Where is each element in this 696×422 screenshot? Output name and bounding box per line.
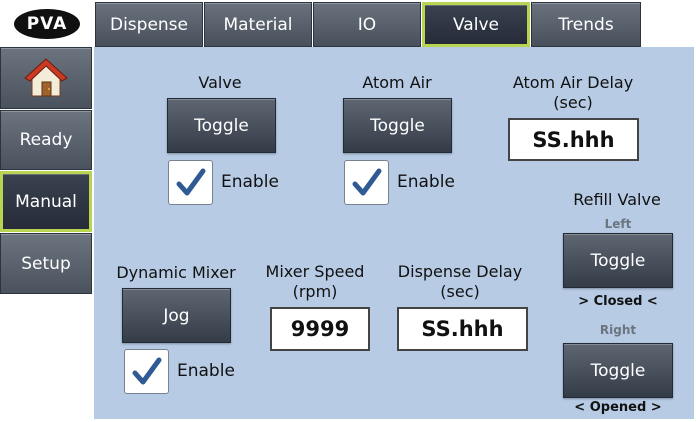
sidebar-item-label: Setup — [21, 253, 71, 274]
mixer-enable-label: Enable — [177, 361, 235, 381]
atom-air-title: Atom Air — [362, 73, 432, 92]
checkmark-icon — [132, 357, 161, 384]
sidebar-item-setup[interactable]: Setup — [0, 233, 92, 294]
mixer-enable-checkbox[interactable] — [124, 349, 169, 394]
button-label: Toggle — [590, 360, 646, 381]
atom-air-delay-title-line2: (sec) — [553, 93, 593, 112]
tab-label: Valve — [453, 14, 499, 35]
atom-air-delay-value: SS.hhh — [532, 127, 615, 152]
refill-valve-title: Refill Valve — [573, 190, 661, 209]
mixer-speed-value: 9999 — [290, 317, 350, 341]
logo-text: PVA — [26, 14, 68, 34]
refill-left-toggle-button[interactable]: Toggle — [563, 233, 673, 288]
refill-left-state: > Closed < — [578, 294, 658, 309]
mixer-speed-title-line1: Mixer Speed — [265, 262, 365, 281]
valve-enable-label: Enable — [221, 172, 279, 192]
refill-right-label: Right — [599, 323, 637, 337]
tab-material[interactable]: Material — [204, 2, 312, 47]
tab-valve[interactable]: Valve — [422, 2, 530, 47]
sidebar-item-home[interactable] — [0, 47, 92, 109]
button-label: Jog — [163, 305, 190, 326]
button-label: Toggle — [590, 250, 646, 271]
tab-label: Dispense — [109, 14, 188, 35]
mixer-speed-input[interactable]: 9999 — [270, 307, 370, 351]
refill-right-toggle-button[interactable]: Toggle — [563, 343, 673, 398]
tab-label: Material — [223, 14, 293, 35]
atom-air-toggle-button[interactable]: Toggle — [343, 98, 452, 153]
tab-label: Trends — [558, 14, 614, 35]
atom-air-enable-label: Enable — [397, 172, 455, 192]
tab-io[interactable]: IO — [313, 2, 421, 47]
home-icon — [24, 58, 68, 97]
sidebar-item-label: Ready — [19, 130, 73, 150]
checkmark-icon — [176, 168, 205, 195]
atom-air-delay-input[interactable]: SS.hhh — [508, 118, 639, 161]
atom-air-delay-title-line1: Atom Air Delay — [512, 73, 634, 92]
dispense-delay-input[interactable]: SS.hhh — [397, 307, 528, 351]
tab-label: IO — [357, 14, 377, 35]
mixer-speed-title-line2: (rpm) — [292, 282, 338, 301]
dispense-delay-value: SS.hhh — [421, 317, 504, 341]
dispense-delay-title-line2: (sec) — [440, 282, 480, 301]
tab-trends[interactable]: Trends — [531, 2, 641, 47]
valve-enable-checkbox[interactable] — [168, 160, 213, 205]
checkmark-icon — [352, 168, 381, 195]
sidebar-item-ready[interactable]: Ready — [0, 110, 92, 170]
refill-left-label: Left — [604, 217, 632, 231]
mixer-jog-button[interactable]: Jog — [122, 288, 231, 343]
atom-air-delay-title: Atom Air Delay (sec) — [493, 73, 653, 113]
button-label: Toggle — [370, 115, 425, 136]
tab-dispense[interactable]: Dispense — [95, 2, 203, 47]
mixer-speed-title: Mixer Speed (rpm) — [252, 262, 378, 302]
valve-title: Valve — [198, 73, 242, 92]
dispense-delay-title: Dispense Delay (sec) — [384, 262, 536, 302]
refill-right-state: < Opened > — [574, 400, 662, 415]
dispense-delay-title-line1: Dispense Delay — [397, 262, 523, 281]
valve-toggle-button[interactable]: Toggle — [167, 98, 276, 153]
sidebar-item-label: Manual — [15, 191, 77, 212]
sidebar-item-manual[interactable]: Manual — [0, 171, 92, 232]
dynamic-mixer-title: Dynamic Mixer — [116, 263, 236, 282]
pva-logo: PVA — [14, 9, 80, 39]
atom-air-enable-checkbox[interactable] — [344, 160, 389, 205]
button-label: Toggle — [194, 115, 249, 136]
